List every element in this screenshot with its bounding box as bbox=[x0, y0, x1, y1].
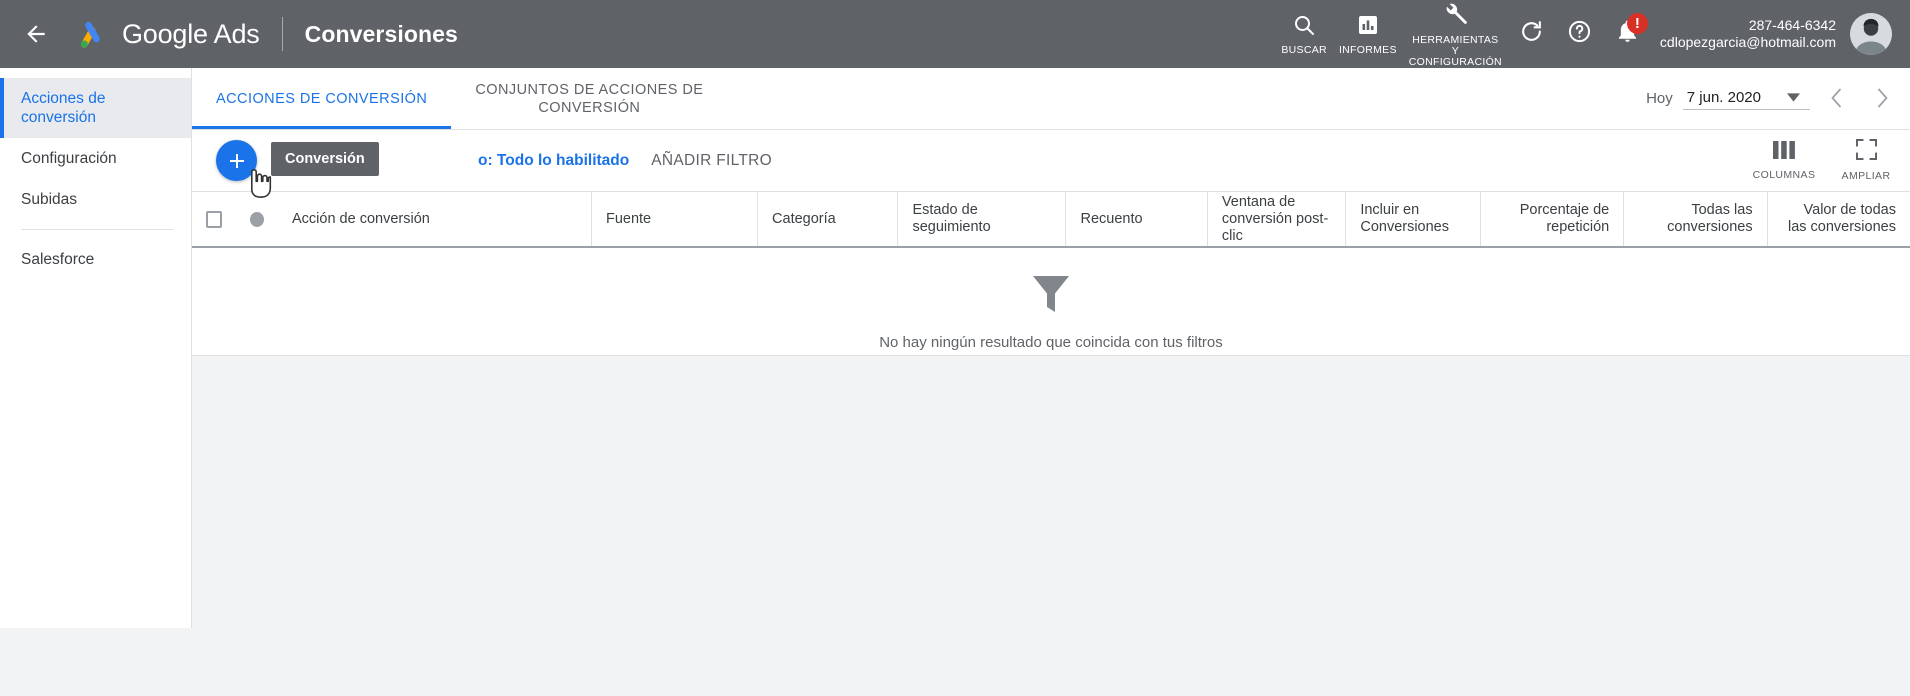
tooltip-conversion: Conversión bbox=[271, 142, 379, 176]
header-divider bbox=[281, 17, 283, 51]
notification-badge: ! bbox=[1626, 13, 1648, 34]
sidebar-divider bbox=[21, 229, 173, 230]
notifications-button[interactable]: ! bbox=[1604, 10, 1652, 58]
date-value: 7 jun. 2020 bbox=[1686, 88, 1761, 106]
column-label: Categoría bbox=[772, 210, 836, 227]
account-email: cdlopezgarcia@hotmail.com bbox=[1659, 34, 1836, 50]
add-conversion-button[interactable] bbox=[216, 140, 257, 181]
empty-state: No hay ningún resultado que coincida con… bbox=[192, 248, 1910, 360]
expand-label: AMPLIAR bbox=[1841, 170, 1891, 182]
columns-label: COLUMNAS bbox=[1752, 168, 1816, 181]
sidebar-item-label: Salesforce bbox=[21, 251, 95, 268]
date-picker: Hoy 7 jun. 2020 bbox=[1646, 68, 1898, 128]
column-header-categoria[interactable]: Categoría bbox=[758, 192, 899, 246]
filter-chip-estado[interactable]: o: Todo lo habilitado bbox=[478, 152, 629, 170]
page-title: Conversiones bbox=[304, 20, 458, 47]
account-id: 287-464-6342 bbox=[1748, 17, 1836, 33]
column-label: Porcentaje de repetición bbox=[1519, 202, 1610, 235]
content-card: ACCIONES DE CONVERSIÓN CONJUNTOS DE ACCI… bbox=[192, 68, 1910, 356]
action-toolbar: Conversión o: Todo lo habilitado AÑADIR … bbox=[192, 130, 1910, 198]
tools-settings-label: HERRAMIENTAS Y CONFIGURACIÓN bbox=[1408, 33, 1502, 68]
tools-settings-button[interactable]: HERRAMIENTAS Y CONFIGURACIÓN bbox=[1403, 1, 1508, 68]
tab-acciones-de-conversion[interactable]: ACCIONES DE CONVERSIÓN bbox=[192, 68, 452, 129]
reports-button[interactable]: INFORMES bbox=[1333, 13, 1403, 56]
table-header-row: Acción de conversión Fuente Categoría Es… bbox=[192, 192, 1910, 248]
column-label: Acción de conversión bbox=[292, 210, 430, 227]
column-label: Valor de todas las conversiones bbox=[1787, 202, 1896, 235]
brand-name: Google Ads bbox=[122, 18, 260, 49]
account-info[interactable]: 287-464-6342 cdlopezgarcia@hotmail.com bbox=[1660, 17, 1836, 51]
column-label: Incluir en Conversiones bbox=[1360, 202, 1450, 235]
columns-icon bbox=[1773, 140, 1795, 164]
reports-label: INFORMES bbox=[1338, 43, 1397, 56]
sidebar-item-acciones-de-conversion[interactable]: Acciones de conversión bbox=[0, 78, 191, 138]
date-today-label: Hoy bbox=[1646, 89, 1673, 107]
column-header-todas-las-conversiones[interactable]: Todas las conversiones bbox=[1624, 192, 1768, 246]
column-header-ventana-de-conversion-post-clic[interactable]: Ventana de conversión post-clic bbox=[1208, 192, 1347, 246]
sidebar-item-label: Subidas bbox=[21, 191, 78, 208]
add-filter-button[interactable]: AÑADIR FILTRO bbox=[651, 152, 772, 170]
tab-bar: ACCIONES DE CONVERSIÓN CONJUNTOS DE ACCI… bbox=[192, 68, 1910, 130]
column-header-accion-de-conversion[interactable]: Acción de conversión bbox=[278, 192, 592, 246]
sidebar-item-label: Acciones de conversión bbox=[21, 90, 106, 126]
top-header-bar: Google Ads Conversiones BUSCAR INFORMES … bbox=[0, 0, 1910, 68]
tab-label: ACCIONES DE CONVERSIÓN bbox=[216, 90, 428, 107]
column-label: Ventana de conversión post-clic bbox=[1221, 193, 1329, 244]
column-header-valor-de-todas-las-conversiones[interactable]: Valor de todas las conversiones bbox=[1768, 192, 1910, 246]
refresh-button[interactable] bbox=[1508, 10, 1556, 58]
column-header-incluir-en-conversiones[interactable]: Incluir en Conversiones bbox=[1346, 192, 1481, 246]
search-icon bbox=[1292, 13, 1316, 42]
expand-button[interactable]: AMPLIAR bbox=[1832, 138, 1900, 182]
page-background bbox=[192, 425, 1910, 696]
column-header-porcentaje-de-repeticion[interactable]: Porcentaje de repetición bbox=[1481, 192, 1625, 246]
date-next-button[interactable] bbox=[1864, 81, 1898, 115]
sidebar-item-subidas[interactable]: Subidas bbox=[0, 179, 191, 220]
date-prev-button[interactable] bbox=[1820, 81, 1854, 115]
column-label: Todas las conversiones bbox=[1667, 202, 1753, 235]
help-question-icon bbox=[1567, 19, 1592, 49]
column-header-fuente[interactable]: Fuente bbox=[592, 192, 759, 246]
plus-icon bbox=[225, 149, 249, 173]
filter-area: o: Todo lo habilitado AÑADIR FILTRO bbox=[478, 130, 772, 191]
column-label: Fuente bbox=[605, 210, 652, 227]
status-dot-icon bbox=[250, 211, 264, 227]
google-ads-logo bbox=[70, 13, 112, 55]
column-label: Recuento bbox=[1080, 210, 1143, 227]
column-header-estado-de-seguimiento[interactable]: Estado de seguimiento bbox=[898, 192, 1067, 246]
search-button[interactable]: BUSCAR bbox=[1275, 13, 1333, 56]
column-label: Estado de seguimiento bbox=[912, 202, 991, 235]
chevron-down-icon bbox=[1787, 89, 1800, 106]
status-dot-cell bbox=[236, 192, 278, 246]
back-arrow-icon[interactable] bbox=[16, 14, 56, 54]
main-content: ACCIONES DE CONVERSIÓN CONJUNTOS DE ACCI… bbox=[192, 68, 1910, 696]
sidebar-item-salesforce[interactable]: Salesforce bbox=[0, 239, 191, 280]
sidebar-item-label: Configuración bbox=[21, 150, 117, 167]
search-label: BUSCAR bbox=[1281, 43, 1327, 56]
avatar[interactable] bbox=[1850, 13, 1892, 55]
empty-state-message: No hay ningún resultado que coincida con… bbox=[879, 334, 1223, 351]
tab-label: CONJUNTOS DE ACCIONES DE CONVERSIÓN bbox=[475, 81, 704, 116]
wrench-tools-icon bbox=[1442, 1, 1468, 32]
columns-button[interactable]: COLUMNAS bbox=[1750, 140, 1818, 181]
help-button[interactable] bbox=[1556, 10, 1604, 58]
sidebar: Acciones de conversión Configuración Sub… bbox=[0, 68, 192, 628]
select-all-checkbox-cell[interactable] bbox=[192, 192, 236, 246]
column-header-recuento[interactable]: Recuento bbox=[1066, 192, 1208, 246]
toolbar-right-actions: COLUMNAS AMPLIAR bbox=[1750, 130, 1900, 191]
expand-fullscreen-icon bbox=[1855, 138, 1877, 165]
reports-bar-chart-icon bbox=[1356, 13, 1380, 42]
select-all-checkbox[interactable] bbox=[206, 210, 222, 228]
tooltip-label: Conversión bbox=[285, 151, 365, 167]
sidebar-item-configuracion[interactable]: Configuración bbox=[0, 138, 191, 179]
filter-funnel-icon bbox=[1031, 273, 1071, 320]
date-range-selector[interactable]: 7 jun. 2020 bbox=[1682, 87, 1810, 110]
tab-conjuntos-de-acciones-de-conversion[interactable]: CONJUNTOS DE ACCIONES DE CONVERSIÓN bbox=[451, 68, 727, 129]
refresh-icon bbox=[1519, 19, 1544, 49]
